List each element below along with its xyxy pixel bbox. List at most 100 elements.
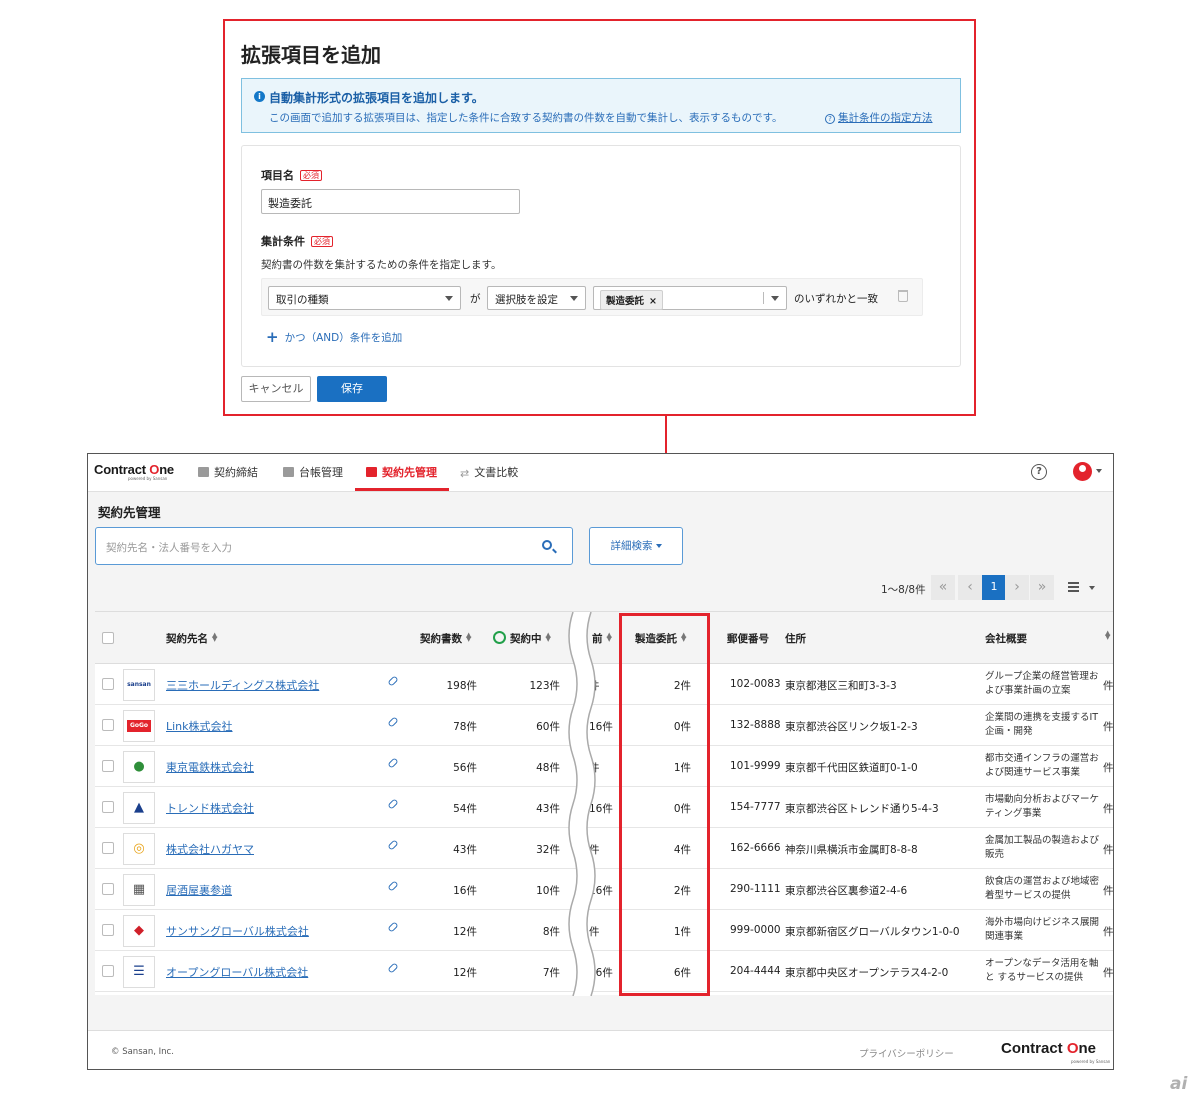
condition-label: 集計条件 必須 <box>261 233 333 249</box>
app-logo[interactable]: Contract One <box>94 462 174 477</box>
company-name-link[interactable]: 三三ホールディングス株式会社 <box>166 677 319 693</box>
search-input[interactable]: 契約先名・法人番号を入力 <box>95 527 573 565</box>
sort-icon: ▲ ▼ <box>606 631 612 643</box>
row-checkbox[interactable] <box>102 760 114 772</box>
company-logo: ▲ <box>123 792 155 824</box>
chevron-down-icon <box>570 296 578 301</box>
condition-field-select[interactable]: 取引の種類 <box>268 286 461 310</box>
logo-mark: ● <box>127 760 151 773</box>
info-box: i 自動集計形式の拡張項目を追加します。 この画面で追加する拡張項目は、指定した… <box>241 78 961 133</box>
zip-code: 102-0083 <box>730 678 781 690</box>
summary-tail: 件 <box>1103 967 1114 979</box>
col-active[interactable]: 契約中 ▲ ▼ <box>493 631 551 646</box>
prev-page-button[interactable]: ‹ <box>958 575 982 600</box>
row-checkbox[interactable] <box>102 842 114 854</box>
row-checkbox[interactable] <box>102 719 114 731</box>
help-icon[interactable]: ? <box>1031 464 1047 480</box>
first-page-button[interactable]: « <box>931 575 955 600</box>
company-logo: sansan <box>123 669 155 701</box>
docs-count: 56件 <box>453 762 477 774</box>
company-summary: 都市交通インフラの運営お よび関連サービス事業 <box>985 753 1099 778</box>
zip-code: 999-0000 <box>730 924 781 936</box>
nav-contract-signing[interactable]: 契約締結 <box>198 464 258 480</box>
last-page-button[interactable]: » <box>1030 575 1054 600</box>
chevron-down-icon[interactable] <box>1096 469 1102 473</box>
condition-value-select[interactable]: 製造委託 × <box>593 286 787 310</box>
active-count: 43件 <box>536 803 560 815</box>
link-icon[interactable] <box>387 798 399 810</box>
page-title: 契約先管理 <box>98 505 161 520</box>
active-count: 32件 <box>536 844 560 856</box>
link-icon[interactable] <box>387 757 399 769</box>
nav-counterparty[interactable]: 契約先管理 <box>366 464 437 480</box>
col-name[interactable]: 契約先名 ▲ ▼ <box>166 631 217 646</box>
company-name-link[interactable]: 東京電鉄株式会社 <box>166 759 254 775</box>
building-icon <box>366 467 377 477</box>
cancel-button[interactable]: キャンセル <box>241 376 311 402</box>
company-name-link[interactable]: オープングローバル株式会社 <box>166 964 308 980</box>
company-logo: ◆ <box>123 915 155 947</box>
divider <box>763 292 764 304</box>
counterparty-table: 契約先名 ▲ ▼ 契約書数 ▲ ▼ 契約中 ▲ ▼ 前 ▲ ▼ 製造委託 ▲ ▼ 郵便番号 住所 会… <box>95 611 1114 996</box>
add-and-condition-button[interactable]: + かつ（AND）条件を追加 <box>266 328 402 346</box>
row-checkbox[interactable] <box>102 965 114 977</box>
link-icon[interactable] <box>387 716 399 728</box>
chevron-down-icon <box>445 296 453 301</box>
sort-icon: ▲ ▼ <box>466 631 472 643</box>
address: 東京都中央区オープンテラス4-2-0 <box>785 967 949 979</box>
sort-icon: ▲ ▼ <box>1105 629 1111 641</box>
link-icon[interactable] <box>387 880 399 892</box>
docs-count: 43件 <box>453 844 477 856</box>
condition-hint: 契約書の件数を集計するための条件を指定します。 <box>261 259 502 271</box>
row-checkbox[interactable] <box>102 924 114 936</box>
col-more-sort[interactable]: ▲ ▼ <box>1105 629 1111 643</box>
trash-icon[interactable] <box>898 290 908 302</box>
list-view-icon[interactable] <box>1068 582 1079 592</box>
condition-match-text: のいずれかと一致 <box>794 293 878 305</box>
info-description: この画面で追加する拡張項目は、指定した条件に合致する契約書の件数を自動で集計し、… <box>269 112 783 124</box>
docs-count: 12件 <box>453 926 477 938</box>
chevron-down-icon[interactable] <box>1089 586 1095 590</box>
link-icon[interactable] <box>387 675 399 687</box>
docs-count: 16件 <box>453 885 477 897</box>
advanced-search-button[interactable]: 詳細検索 <box>589 527 683 565</box>
row-checkbox[interactable] <box>102 678 114 690</box>
field-name-input[interactable]: 製造委託 <box>261 189 520 214</box>
next-page-button[interactable]: › <box>1005 575 1029 600</box>
add-extension-dialog: 拡張項目を追加 i 自動集計形式の拡張項目を追加します。 この画面で追加する拡張… <box>223 19 976 416</box>
info-icon: i <box>254 91 265 102</box>
company-name-link[interactable]: サンサングローバル株式会社 <box>166 923 309 939</box>
nav-compare[interactable]: ⇄ 文書比較 <box>460 464 518 480</box>
company-name-link[interactable]: トレンド株式会社 <box>166 800 254 816</box>
company-name-link[interactable]: Link株式会社 <box>166 718 233 734</box>
company-name-link[interactable]: 居酒屋裏参道 <box>166 882 232 898</box>
watermark-logo: ai <box>1170 1074 1188 1094</box>
summary-tail: 件 <box>1103 721 1114 733</box>
save-button[interactable]: 保存 <box>317 376 387 402</box>
docs-count: 12件 <box>453 967 477 979</box>
row-checkbox[interactable] <box>102 883 114 895</box>
chip-remove-icon[interactable]: × <box>649 296 657 307</box>
link-icon[interactable] <box>387 962 399 974</box>
page-1-button[interactable]: 1 <box>982 575 1006 600</box>
help-link[interactable]: ? 集計条件の指定方法 <box>825 110 933 125</box>
user-avatar-icon[interactable] <box>1073 462 1092 481</box>
sort-icon: ▲ ▼ <box>212 631 218 643</box>
condition-ga: が <box>470 293 481 305</box>
col-docs[interactable]: 契約書数 ▲ ▼ <box>420 631 471 646</box>
condition-operator-select[interactable]: 選択肢を設定 <box>487 286 586 310</box>
privacy-policy-link[interactable]: プライバシーポリシー <box>859 1046 954 1060</box>
nav-ledger[interactable]: 台帳管理 <box>283 464 343 480</box>
link-icon[interactable] <box>387 921 399 933</box>
footer: © Sansan, Inc. プライバシーポリシー Contract One p… <box>88 1030 1113 1069</box>
select-all-checkbox[interactable] <box>102 632 114 644</box>
company-name-link[interactable]: 株式会社ハガヤマ <box>166 841 254 857</box>
row-checkbox[interactable] <box>102 801 114 813</box>
docs-count: 198件 <box>446 680 477 692</box>
search-icon[interactable] <box>542 540 552 550</box>
link-icon[interactable] <box>387 839 399 851</box>
address: 東京都渋谷区トレンド通り5-4-3 <box>785 803 939 815</box>
required-badge: 必須 <box>300 170 322 181</box>
logo-mark: GoGo <box>127 720 151 732</box>
company-logo: ◎ <box>123 833 155 865</box>
